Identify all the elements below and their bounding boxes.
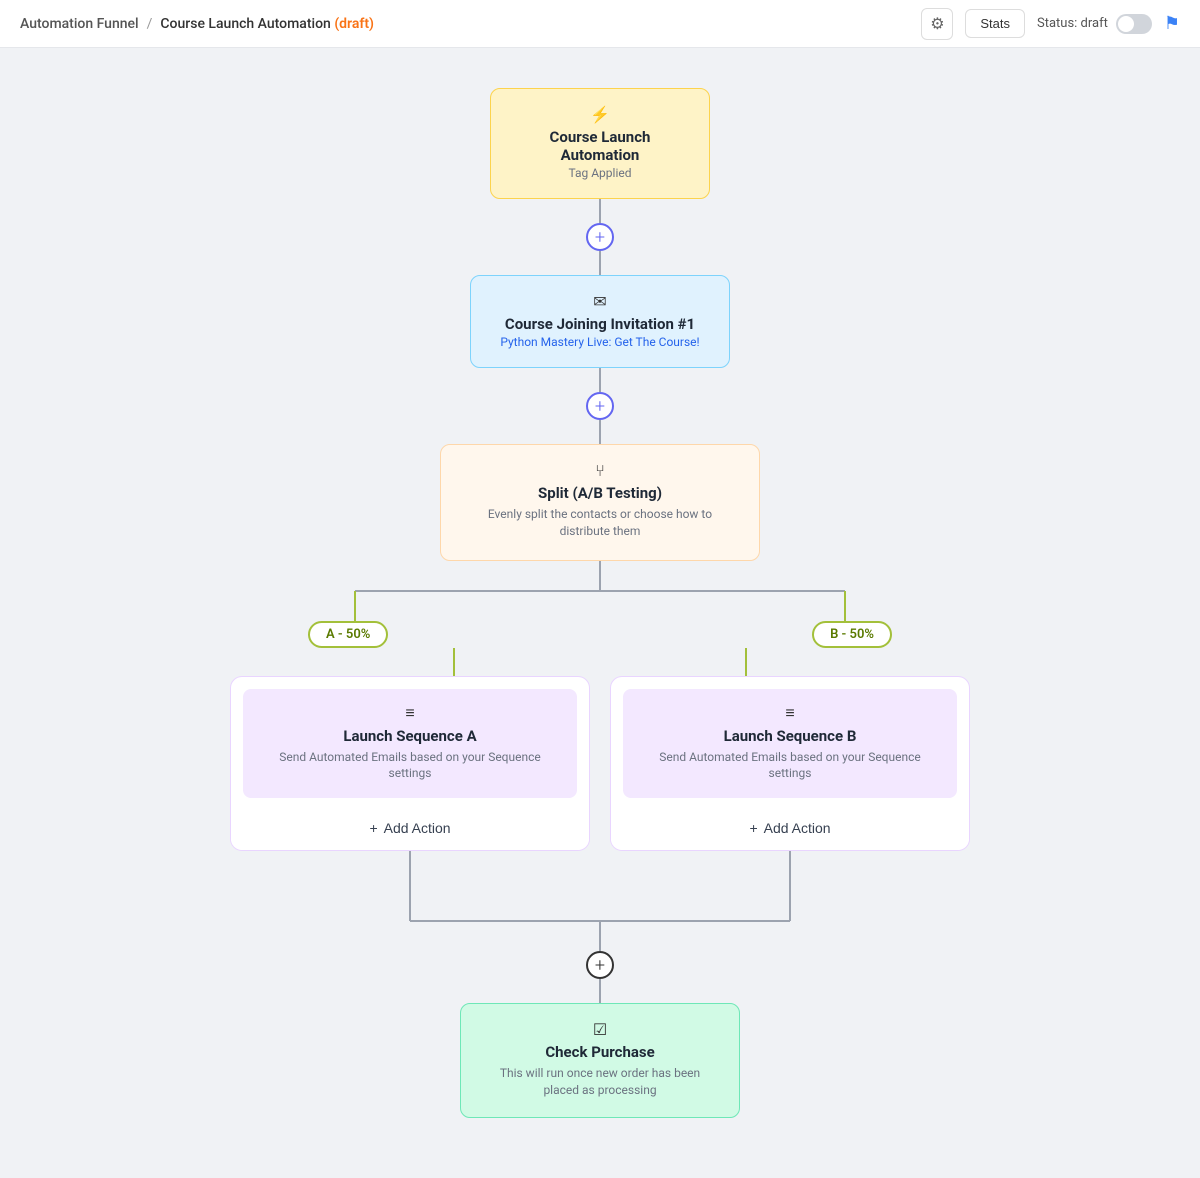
trigger-icon: ⚡ bbox=[511, 105, 689, 124]
gear-button[interactable]: ⚙ bbox=[921, 8, 953, 40]
split-icon: ⑂ bbox=[465, 461, 735, 480]
trigger-title: Course Launch Automation bbox=[511, 128, 689, 164]
sequence-b-inner: ≡ Launch Sequence B Send Automated Email… bbox=[623, 689, 957, 799]
check-subtitle: This will run once new order has been pl… bbox=[481, 1065, 719, 1099]
split-lines-svg bbox=[170, 561, 1030, 621]
sequence-a-icon: ≡ bbox=[259, 703, 561, 723]
gear-icon: ⚙ bbox=[930, 14, 944, 34]
email-node[interactable]: ✉ Course Joining Invitation #1 Python Ma… bbox=[470, 275, 730, 368]
draft-badge: (draft) bbox=[334, 16, 374, 32]
branch-a-connector bbox=[453, 648, 455, 676]
split-subtitle: Evenly split the contacts or choose how … bbox=[465, 506, 735, 540]
sequence-b-title: Launch Sequence B bbox=[639, 727, 941, 745]
sequence-a-inner: ≡ Launch Sequence A Send Automated Email… bbox=[243, 689, 577, 799]
connector-1 bbox=[599, 199, 601, 223]
sequence-a-title: Launch Sequence A bbox=[259, 727, 561, 745]
sequence-b-card[interactable]: ≡ Launch Sequence B Send Automated Email… bbox=[610, 676, 970, 852]
split-node[interactable]: ⑂ Split (A/B Testing) Evenly split the c… bbox=[440, 444, 760, 561]
sequence-b-icon: ≡ bbox=[639, 703, 941, 723]
header: Automation Funnel / Course Launch Automa… bbox=[0, 0, 1200, 48]
branch-b-label: B - 50% bbox=[812, 621, 892, 648]
status-area: Status: draft bbox=[1037, 14, 1152, 34]
check-node[interactable]: ☑ Check Purchase This will run once new … bbox=[460, 1003, 740, 1118]
email-subtitle: Python Mastery Live: Get The Course! bbox=[491, 335, 709, 349]
email-title: Course Joining Invitation #1 bbox=[491, 315, 709, 333]
add-action-a-button[interactable]: + Add Action bbox=[231, 806, 589, 850]
branch-a-label: A - 50% bbox=[308, 621, 388, 648]
trigger-subtitle: Tag Applied bbox=[511, 166, 689, 180]
check-title: Check Purchase bbox=[481, 1043, 719, 1061]
plus-icon-a: + bbox=[369, 820, 377, 836]
breadcrumb-current: Course Launch Automation (draft) bbox=[160, 16, 374, 32]
split-title: Split (A/B Testing) bbox=[465, 484, 735, 502]
email-icon: ✉ bbox=[491, 292, 709, 311]
check-icon: ☑ bbox=[481, 1020, 719, 1039]
branch-b-connector bbox=[745, 648, 747, 676]
add-node-btn-2[interactable]: + bbox=[586, 392, 614, 420]
flag-icon[interactable]: ⚑ bbox=[1164, 13, 1180, 34]
status-label: Status: draft bbox=[1037, 16, 1108, 31]
breadcrumb: Automation Funnel / Course Launch Automa… bbox=[20, 16, 374, 32]
breadcrumb-sep: / bbox=[147, 16, 153, 32]
connector-2 bbox=[599, 251, 601, 275]
status-toggle[interactable] bbox=[1116, 14, 1152, 34]
add-node-btn-3[interactable]: + bbox=[586, 951, 614, 979]
connector-4 bbox=[599, 420, 601, 444]
add-action-b-button[interactable]: + Add Action bbox=[611, 806, 969, 850]
trigger-node[interactable]: ⚡ Course Launch Automation Tag Applied bbox=[490, 88, 710, 199]
add-node-btn-1[interactable]: + bbox=[586, 223, 614, 251]
breadcrumb-funnel[interactable]: Automation Funnel bbox=[20, 16, 139, 32]
canvas: ⚡ Course Launch Automation Tag Applied +… bbox=[0, 48, 1200, 1178]
sequence-a-card[interactable]: ≡ Launch Sequence A Send Automated Email… bbox=[230, 676, 590, 852]
sequence-b-subtitle: Send Automated Emails based on your Sequ… bbox=[639, 749, 941, 783]
plus-icon-b: + bbox=[749, 820, 757, 836]
header-actions: ⚙ Stats Status: draft ⚑ bbox=[921, 8, 1180, 40]
connector-5 bbox=[599, 979, 601, 1003]
sequence-a-subtitle: Send Automated Emails based on your Sequ… bbox=[259, 749, 561, 783]
connector-3 bbox=[599, 368, 601, 392]
stats-button[interactable]: Stats bbox=[965, 9, 1025, 38]
merge-lines-svg bbox=[170, 851, 1030, 951]
